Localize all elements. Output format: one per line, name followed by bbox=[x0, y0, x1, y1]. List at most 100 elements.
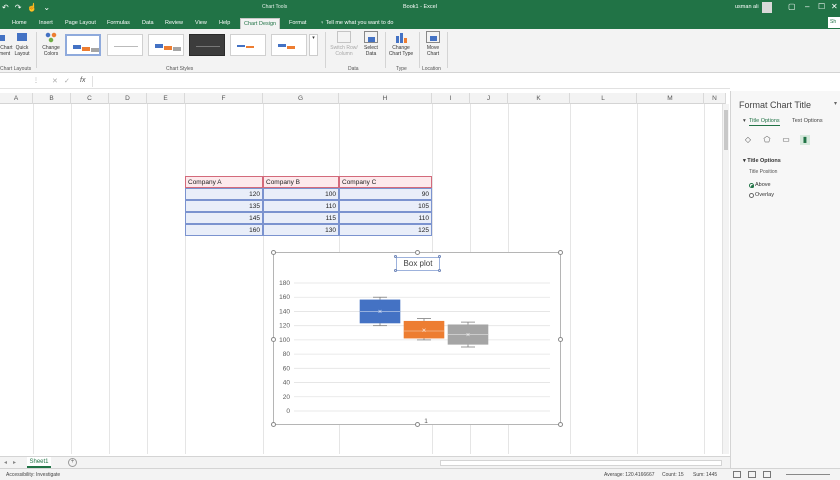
column-header[interactable]: K bbox=[508, 93, 570, 104]
add-chart-element-button[interactable]: Add Chart Element bbox=[0, 31, 13, 57]
chevron-down-icon[interactable]: ▾ bbox=[743, 118, 746, 124]
column-header[interactable]: A bbox=[0, 93, 33, 104]
horizontal-scrollbar[interactable] bbox=[440, 460, 722, 466]
add-sheet-button[interactable]: + bbox=[68, 458, 77, 467]
title-resize-handle[interactable] bbox=[438, 269, 441, 272]
tab-text-options[interactable]: Text Options bbox=[792, 118, 823, 124]
chart-style-5[interactable] bbox=[230, 34, 266, 56]
page-break-view-icon[interactable] bbox=[763, 471, 771, 478]
column-header[interactable]: L bbox=[570, 93, 637, 104]
column-header[interactable]: D bbox=[109, 93, 147, 104]
table-cell[interactable]: 160 bbox=[185, 224, 263, 236]
tab-help[interactable]: Help bbox=[219, 18, 230, 29]
tab-data[interactable]: Data bbox=[142, 18, 154, 29]
chart-style-6[interactable] bbox=[271, 34, 307, 56]
prev-sheet-icon[interactable]: ◂ bbox=[4, 459, 7, 466]
column-header[interactable]: E bbox=[147, 93, 185, 104]
share-button[interactable]: Sh bbox=[828, 17, 840, 28]
select-data-button[interactable]: Select Data bbox=[361, 31, 381, 57]
column-header[interactable]: I bbox=[432, 93, 470, 104]
chart-style-3[interactable] bbox=[148, 34, 184, 56]
tell-me-search[interactable]: ♀ Tell me what you want to do bbox=[320, 18, 393, 29]
formula-input[interactable] bbox=[92, 76, 728, 87]
close-icon[interactable]: ✕ bbox=[831, 2, 838, 11]
chart-resize-handle[interactable] bbox=[271, 337, 276, 342]
table-header-company-b[interactable]: Company B bbox=[263, 176, 339, 188]
table-cell[interactable]: 110 bbox=[263, 200, 339, 212]
table-cell[interactable]: 125 bbox=[339, 224, 432, 236]
user-name[interactable]: usman ali bbox=[735, 4, 759, 10]
column-header[interactable]: F bbox=[185, 93, 263, 104]
insert-function-icon[interactable]: fx bbox=[80, 77, 85, 84]
tab-page-layout[interactable]: Page Layout bbox=[65, 18, 96, 29]
worksheet-grid[interactable]: Company A Company B Company C 120 100 90… bbox=[0, 104, 726, 454]
fill-line-icon[interactable]: ◇ bbox=[743, 135, 753, 145]
tab-view[interactable]: View bbox=[195, 18, 207, 29]
tab-home[interactable]: Home bbox=[12, 18, 27, 29]
table-header-company-c[interactable]: Company C bbox=[339, 176, 432, 188]
cancel-icon[interactable]: ✕ bbox=[52, 77, 58, 85]
accessibility-status[interactable]: Accessibility: Investigate bbox=[6, 472, 60, 478]
radio-above[interactable]: Above bbox=[749, 182, 771, 188]
undo-icon[interactable]: ↶ bbox=[2, 3, 9, 12]
change-chart-type-button[interactable]: Change Chart Type bbox=[387, 31, 415, 57]
size-properties-icon[interactable]: ▭ bbox=[781, 135, 791, 145]
table-cell[interactable]: 115 bbox=[263, 212, 339, 224]
page-layout-view-icon[interactable] bbox=[748, 471, 756, 478]
switch-row-column-button[interactable]: Switch Row/ Column bbox=[329, 31, 359, 57]
name-box-dropdown-icon[interactable]: ⋮ bbox=[33, 77, 39, 84]
column-header[interactable]: C bbox=[71, 93, 109, 104]
tab-chart-design[interactable]: Chart Design bbox=[240, 18, 281, 29]
tab-review[interactable]: Review bbox=[165, 18, 183, 29]
chart-resize-handle[interactable] bbox=[558, 337, 563, 342]
redo-icon[interactable]: ↷ bbox=[15, 3, 22, 12]
customize-toolbar-icon[interactable]: ⌄ bbox=[43, 3, 50, 12]
chart-styles-more-button[interactable]: ▾ bbox=[309, 34, 318, 56]
table-cell[interactable]: 90 bbox=[339, 188, 432, 200]
zoom-slider[interactable] bbox=[786, 474, 830, 475]
table-cell[interactable]: 105 bbox=[339, 200, 432, 212]
chart-style-1[interactable] bbox=[65, 34, 101, 56]
effects-icon[interactable]: ⬠ bbox=[762, 135, 772, 145]
chart-resize-handle[interactable] bbox=[271, 422, 276, 427]
table-cell[interactable]: 130 bbox=[263, 224, 339, 236]
chart-resize-handle[interactable] bbox=[558, 250, 563, 255]
table-cell[interactable]: 145 bbox=[185, 212, 263, 224]
touch-mode-icon[interactable]: ☝ bbox=[27, 3, 37, 12]
radio-overlay[interactable]: Overlay bbox=[749, 192, 774, 198]
box-plot-chart[interactable]: 0 20 40 60 80 100 120 140 160 180 1 Box plot bbox=[271, 250, 563, 427]
chart-options-icon[interactable]: ▮ bbox=[800, 135, 810, 145]
sheet-tab[interactable]: Sheet1 bbox=[27, 457, 51, 468]
avatar[interactable] bbox=[762, 2, 772, 13]
normal-view-icon[interactable] bbox=[733, 471, 741, 478]
chart-title[interactable]: Box plot bbox=[396, 257, 440, 271]
enter-icon[interactable]: ✓ bbox=[64, 77, 70, 85]
ribbon-display-icon[interactable]: ▢ bbox=[788, 2, 796, 11]
tab-title-options[interactable]: Title Options bbox=[749, 118, 780, 126]
chart-resize-handle[interactable] bbox=[415, 250, 420, 255]
chart-style-4[interactable] bbox=[189, 34, 225, 56]
table-header-company-a[interactable]: Company A bbox=[185, 176, 263, 188]
minimize-icon[interactable]: – bbox=[805, 2, 809, 11]
scrollbar-thumb[interactable] bbox=[724, 110, 728, 150]
chart-resize-handle[interactable] bbox=[558, 422, 563, 427]
column-header[interactable]: M bbox=[637, 93, 704, 104]
title-resize-handle[interactable] bbox=[394, 269, 397, 272]
column-header[interactable]: J bbox=[470, 93, 508, 104]
chart-resize-handle[interactable] bbox=[271, 250, 276, 255]
change-colors-button[interactable]: Change Colors bbox=[40, 31, 62, 57]
table-cell[interactable]: 100 bbox=[263, 188, 339, 200]
tab-formulas[interactable]: Formulas bbox=[107, 18, 130, 29]
column-header[interactable]: H bbox=[339, 93, 432, 104]
quick-layout-button[interactable]: Quick Layout bbox=[12, 31, 32, 57]
tab-insert[interactable]: Insert bbox=[39, 18, 53, 29]
table-cell[interactable]: 110 bbox=[339, 212, 432, 224]
title-resize-handle[interactable] bbox=[438, 255, 441, 258]
column-header[interactable]: B bbox=[33, 93, 71, 104]
next-sheet-icon[interactable]: ▸ bbox=[13, 459, 16, 466]
vertical-scrollbar[interactable] bbox=[722, 104, 729, 454]
chevron-down-icon[interactable]: ▾ bbox=[834, 100, 837, 107]
table-cell[interactable]: 135 bbox=[185, 200, 263, 212]
move-chart-button[interactable]: Move Chart bbox=[421, 31, 445, 57]
maximize-icon[interactable]: ☐ bbox=[818, 2, 825, 11]
